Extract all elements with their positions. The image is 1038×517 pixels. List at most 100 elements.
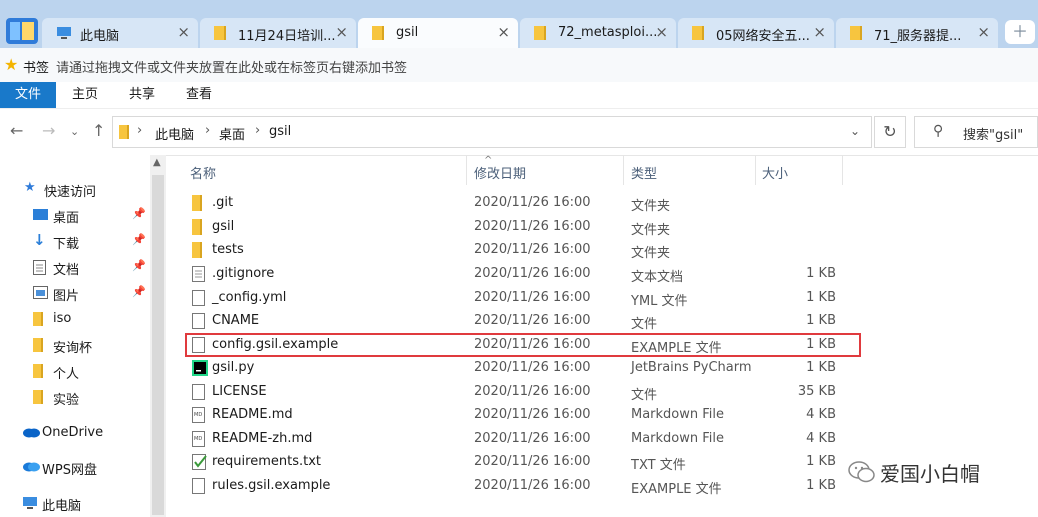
folder-icon	[33, 338, 43, 352]
table-row[interactable]: LICENSE 2020/11/26 16:00 文件 35 KB	[166, 381, 866, 404]
breadcrumb-this-pc[interactable]: 此电脑	[155, 124, 194, 143]
file-date: 2020/11/26 16:00	[474, 242, 591, 257]
table-row[interactable]: tests 2020/11/26 16:00 文件夹	[166, 239, 866, 262]
tab-server[interactable]: 71_服务器提... ×	[836, 18, 998, 48]
file-name: README-zh.md	[212, 431, 313, 446]
sidebar-item-label: OneDrive	[42, 425, 104, 440]
ribbon-tab-view[interactable]: 查看	[186, 82, 212, 108]
file-icon	[192, 290, 205, 306]
table-row[interactable]: gsil.py 2020/11/26 16:00 JetBrains PyCha…	[166, 357, 866, 380]
back-arrow-icon[interactable]: ←	[10, 121, 23, 140]
sidebar-item-label: 桌面	[53, 211, 80, 226]
column-divider[interactable]	[466, 155, 467, 185]
sidebar-item-label: 文档	[53, 263, 80, 278]
up-arrow-icon[interactable]: ↑	[92, 121, 105, 140]
breadcrumb-gsil[interactable]: gsil	[269, 124, 291, 139]
address-bar[interactable]: › 此电脑 › 桌面 › gsil	[112, 116, 872, 148]
file-name: CNAME	[212, 313, 260, 328]
folder-icon	[692, 26, 704, 40]
table-row[interactable]: .git 2020/11/26 16:00 文件夹	[166, 192, 866, 215]
file-name: gsil	[212, 219, 235, 234]
close-icon[interactable]: ×	[655, 23, 668, 41]
sidebar-scrollbar[interactable]: ▲	[150, 155, 166, 517]
file-date: 2020/11/26 16:00	[474, 219, 591, 234]
address-dropdown-icon[interactable]: ⌄	[850, 124, 860, 138]
forward-arrow-icon[interactable]: →	[42, 121, 55, 140]
file-size: 1 KB	[806, 360, 836, 375]
ribbon-tab-home[interactable]: 主页	[72, 82, 98, 108]
column-divider[interactable]	[755, 155, 756, 185]
refresh-button[interactable]: ↻	[874, 116, 906, 148]
scrollbar-thumb[interactable]	[152, 175, 164, 515]
tab-title: 此电脑	[80, 29, 120, 44]
search-input[interactable]: ⚲ 搜索"gsil"	[914, 116, 1038, 148]
table-row[interactable]: .gitignore 2020/11/26 16:00 文本文档 1 KB	[166, 263, 866, 286]
tab-network-security[interactable]: 05网络安全五... ×	[678, 18, 834, 48]
tab-title: 72_metasploi...	[558, 25, 658, 40]
pin-icon[interactable]: 📌	[132, 259, 146, 272]
table-row[interactable]: _config.yml 2020/11/26 16:00 YML 文件 1 KB	[166, 287, 866, 310]
sidebar-item-label: 下载	[53, 237, 80, 252]
close-icon[interactable]: ×	[177, 23, 190, 41]
column-header-date[interactable]: 修改日期	[474, 163, 526, 182]
file-date: 2020/11/26 16:00	[474, 478, 591, 493]
file-name: _config.yml	[212, 290, 287, 305]
table-row[interactable]: requirements.txt 2020/11/26 16:00 TXT 文件…	[166, 451, 866, 474]
picture-icon	[33, 286, 48, 299]
tab-metasploit[interactable]: 72_metasploi... ×	[520, 18, 676, 48]
tab-gsil[interactable]: gsil ×	[358, 18, 518, 48]
column-header-size[interactable]: 大小	[762, 163, 788, 182]
close-icon[interactable]: ×	[497, 23, 510, 41]
column-header-name[interactable]: 名称	[190, 163, 216, 182]
folder-icon	[33, 390, 43, 404]
close-icon[interactable]: ×	[977, 23, 990, 41]
chevron-down-icon[interactable]: ⌄	[70, 125, 79, 138]
bookmarks-label[interactable]: 书签	[23, 57, 49, 76]
tab-training[interactable]: 11月24日培训... ×	[200, 18, 356, 48]
folder-icon	[214, 26, 226, 40]
column-divider[interactable]	[842, 155, 843, 185]
file-name: .git	[212, 195, 234, 210]
new-tab-button[interactable]: ＋	[1005, 20, 1035, 44]
file-icon	[192, 384, 205, 400]
txt-file-icon	[192, 454, 207, 470]
table-row[interactable]: CNAME 2020/11/26 16:00 文件 1 KB	[166, 310, 866, 333]
column-headers: ^ 名称 修改日期 类型 大小	[166, 155, 1038, 185]
document-icon	[33, 260, 46, 275]
ribbon-tab-share[interactable]: 共享	[129, 82, 155, 108]
markdown-icon: MD	[192, 431, 205, 447]
pycharm-icon	[192, 360, 208, 376]
tab-this-pc[interactable]: 此电脑 ×	[42, 18, 198, 48]
file-size: 1 KB	[806, 478, 836, 493]
scroll-up-arrow-icon[interactable]: ▲	[153, 157, 161, 168]
file-type: 文本文档	[631, 270, 684, 285]
file-date: 2020/11/26 16:00	[474, 384, 591, 399]
sidebar-item-label: 个人	[53, 367, 80, 382]
table-row[interactable]: gsil 2020/11/26 16:00 文件夹	[166, 216, 866, 239]
pin-icon[interactable]: 📌	[132, 285, 146, 298]
file-type: Markdown File	[631, 431, 725, 446]
sidebar-item-label: 快速访问	[44, 185, 97, 200]
address-toolbar: ← → ⌄ ↑ › 此电脑 › 桌面 › gsil ⌄ ↻ ⚲ 搜索"gsil"	[0, 108, 1038, 156]
column-divider[interactable]	[623, 155, 624, 185]
table-row[interactable]: MD README.md 2020/11/26 16:00 Markdown F…	[166, 404, 866, 427]
text-file-icon	[192, 266, 205, 282]
tab-title: 11月24日培训...	[238, 29, 336, 44]
file-name: tests	[212, 242, 244, 257]
ribbon-tab-file[interactable]: 文件	[0, 82, 56, 108]
table-row[interactable]: rules.gsil.example 2020/11/26 16:00 EXAM…	[166, 475, 866, 498]
highlight-box	[185, 333, 861, 357]
breadcrumb-separator-icon: ›	[205, 123, 211, 138]
file-icon	[192, 478, 205, 494]
ribbon: 文件 主页 共享 查看	[0, 82, 1038, 108]
pin-icon[interactable]: 📌	[132, 207, 146, 220]
wechat-icon	[848, 461, 875, 483]
close-icon[interactable]: ×	[813, 23, 826, 41]
table-row[interactable]: MD README-zh.md 2020/11/26 16:00 Markdow…	[166, 428, 866, 451]
close-icon[interactable]: ×	[335, 23, 348, 41]
breadcrumb-desktop[interactable]: 桌面	[219, 124, 245, 143]
sidebar-item-label: WPS网盘	[42, 463, 97, 478]
pin-icon[interactable]: 📌	[132, 233, 146, 246]
column-header-type[interactable]: 类型	[631, 163, 657, 182]
file-date: 2020/11/26 16:00	[474, 360, 591, 375]
